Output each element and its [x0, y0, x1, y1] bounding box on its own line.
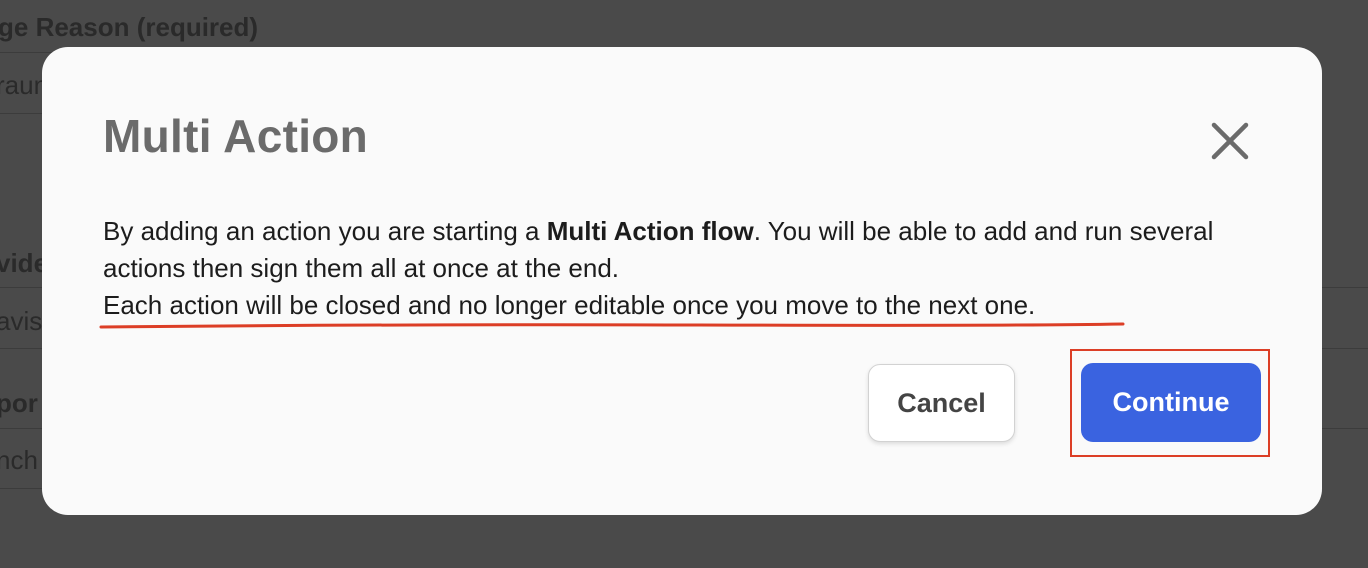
bg-divider [1322, 287, 1368, 288]
bg-provider-value: avis [0, 306, 43, 336]
bg-divider [1322, 428, 1368, 429]
close-icon [1211, 122, 1249, 160]
bg-reason-value: raun [0, 70, 49, 100]
multi-action-dialog: Multi Action By adding an action you are… [42, 47, 1322, 515]
bg-provider-label: vide [0, 248, 49, 278]
dialog-note: Each action will be closed and no longer… [103, 290, 1036, 320]
bg-reason-label: ge Reason (required) [0, 12, 259, 42]
bg-report-label: por [0, 388, 38, 418]
dialog-description: By adding an action you are starting a M… [103, 213, 1283, 287]
continue-button[interactable]: Continue [1081, 363, 1261, 442]
cancel-button[interactable]: Cancel [868, 364, 1015, 442]
annotation-underline [99, 322, 1125, 329]
close-button[interactable] [1208, 119, 1252, 163]
description-emphasis: Multi Action flow [546, 216, 754, 246]
bg-divider [1322, 348, 1368, 349]
dialog-body: By adding an action you are starting a M… [103, 213, 1283, 324]
description-text: By adding an action you are starting a [103, 216, 547, 246]
bg-report-value: nch [0, 445, 38, 475]
dialog-title: Multi Action [103, 110, 369, 162]
